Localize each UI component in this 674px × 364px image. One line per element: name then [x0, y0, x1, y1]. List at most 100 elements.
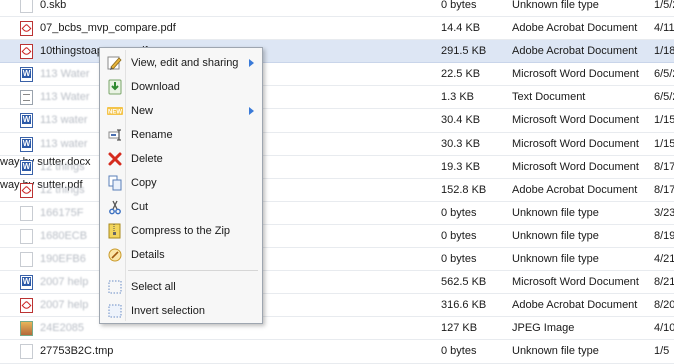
- menu-item-delete[interactable]: Delete: [102, 148, 260, 170]
- menu-label: Details: [131, 249, 165, 261]
- file-type: Unknown file type: [512, 253, 599, 266]
- edit-share-icon: [107, 55, 123, 71]
- file-size: 0 bytes: [441, 253, 477, 266]
- file-name[interactable]: 1680ECB: [40, 225, 87, 248]
- file-type: Unknown file type: [512, 206, 599, 219]
- file-size: 19.3 KB: [441, 160, 481, 173]
- file-type: Unknown file type: [512, 345, 599, 358]
- blank-file-icon: [20, 344, 33, 360]
- file-size: 22.5 KB: [441, 68, 481, 81]
- blank-file-icon: [20, 0, 33, 13]
- file-date: 6/5/2: [654, 68, 674, 81]
- file-date: 1/5/2: [654, 0, 674, 11]
- file-type: Microsoft Word Document: [512, 160, 639, 173]
- file-name[interactable]: 2007 help: [40, 271, 88, 294]
- file-type: Microsoft Word Document: [512, 276, 639, 289]
- file-name[interactable]: 113 Water: [40, 86, 90, 109]
- details-icon: [107, 247, 123, 263]
- menu-item-select-all[interactable]: Select all: [102, 276, 260, 298]
- copy-icon: [107, 175, 123, 191]
- jpeg-file-icon: [20, 321, 33, 337]
- file-name[interactable]: 113 water: [40, 109, 88, 132]
- file-name[interactable]: 07_bcbs_mvp_compare.pdf: [40, 17, 176, 40]
- word-file-icon: [20, 136, 33, 152]
- file-date: 8/20: [654, 299, 674, 312]
- file-date: 1/15: [654, 137, 674, 150]
- file-name[interactable]: 12 things: [40, 156, 85, 179]
- file-size: 1.3 KB: [441, 91, 475, 104]
- file-name[interactable]: 24E2085: [40, 317, 84, 340]
- file-name[interactable]: 190EFB6: [40, 248, 86, 271]
- file-date: 4/21: [654, 253, 674, 266]
- menu-item-new[interactable]: NEW New: [102, 100, 260, 122]
- file-date: 1/5: [654, 345, 670, 358]
- menu-label: View, edit and sharing: [131, 57, 239, 69]
- file-size: 316.6 KB: [441, 299, 487, 312]
- file-row[interactable]: 07_bcbs_mvp_compare.pdf 14.4 KB Adobe Acro…: [0, 17, 674, 41]
- menu-item-download[interactable]: Download: [102, 76, 260, 98]
- file-size: 152.8 KB: [441, 183, 487, 196]
- text-file-icon: [20, 90, 33, 106]
- file-name[interactable]: 113 water: [40, 133, 88, 156]
- file-name[interactable]: 0.skb: [40, 0, 66, 17]
- file-size: 14.4 KB: [441, 22, 481, 35]
- file-name[interactable]: 12 things: [40, 179, 85, 202]
- menu-item-rename[interactable]: Rename: [102, 124, 260, 146]
- file-name[interactable]: 113 Water: [40, 63, 90, 86]
- menu-label: Copy: [131, 177, 157, 189]
- menu-label: Delete: [131, 153, 163, 165]
- file-size: 562.5 KB: [441, 276, 487, 289]
- zip-icon: [107, 223, 123, 239]
- menu-label: Compress to the Zip: [131, 225, 231, 237]
- file-type: Adobe Acrobat Document: [512, 22, 638, 35]
- word-file-icon: [20, 159, 33, 175]
- file-row[interactable]: 0.skb 0 bytes Unknown file type 1/5/2: [0, 0, 674, 18]
- file-name[interactable]: 166175F: [40, 202, 83, 225]
- file-type: Adobe Acrobat Document: [512, 299, 638, 312]
- menu-item-cut[interactable]: Cut: [102, 196, 260, 218]
- file-date: 1/15: [654, 114, 674, 127]
- file-date: 4/10: [654, 322, 674, 335]
- context-menu: View, edit and sharing Download NEW New …: [99, 47, 263, 324]
- menu-item-copy[interactable]: Copy: [102, 172, 260, 194]
- file-row[interactable]: 27753B2C.tmp 0 bytes Unknown file type 1/5: [0, 340, 674, 364]
- file-name[interactable]: 27753B2C.tmp: [40, 340, 113, 363]
- select-all-icon: [107, 279, 123, 295]
- invert-selection-icon: [107, 303, 123, 319]
- file-type: Text Document: [512, 91, 586, 104]
- file-size: 0 bytes: [441, 345, 477, 358]
- menu-item-invert-selection[interactable]: Invert selection: [102, 300, 260, 322]
- file-date: 8/19: [654, 229, 674, 242]
- file-type: Unknown file type: [512, 229, 599, 242]
- menu-label: New: [131, 105, 154, 117]
- blank-file-icon: [20, 228, 33, 244]
- menu-label: Invert selection: [131, 305, 205, 317]
- file-type: JPEG Image: [512, 322, 575, 335]
- menu-item-compress-zip[interactable]: Compress to the Zip: [102, 220, 260, 242]
- menu-label: Rename: [131, 129, 173, 141]
- file-type: Microsoft Word Document: [512, 114, 639, 127]
- submenu-arrow-icon: [249, 107, 254, 115]
- file-type: Adobe Acrobat Document: [512, 45, 638, 58]
- word-file-icon: [20, 275, 33, 291]
- file-size: 0 bytes: [441, 206, 477, 219]
- blank-file-icon: [20, 205, 33, 221]
- word-file-icon: [20, 113, 33, 129]
- menu-item-details[interactable]: Details: [102, 244, 260, 266]
- file-type: Adobe Acrobat Document: [512, 183, 638, 196]
- svg-text:NEW: NEW: [108, 110, 122, 116]
- file-date: 8/17: [654, 160, 674, 173]
- file-name[interactable]: 2007 help: [40, 294, 88, 317]
- menu-item-view-edit-sharing[interactable]: View, edit and sharing: [102, 52, 260, 74]
- menu-label: Cut: [131, 201, 149, 213]
- pdf-file-icon: [20, 21, 33, 37]
- submenu-arrow-icon: [249, 59, 254, 67]
- file-type: Unknown file type: [512, 0, 599, 11]
- word-file-icon: [20, 67, 33, 83]
- menu-label: Download: [131, 81, 180, 93]
- file-date: 1/18: [654, 45, 674, 58]
- file-date: 3/23: [654, 206, 674, 219]
- rename-icon: [107, 127, 123, 143]
- file-date: 6/5/2: [654, 91, 674, 104]
- cut-icon: [107, 199, 123, 215]
